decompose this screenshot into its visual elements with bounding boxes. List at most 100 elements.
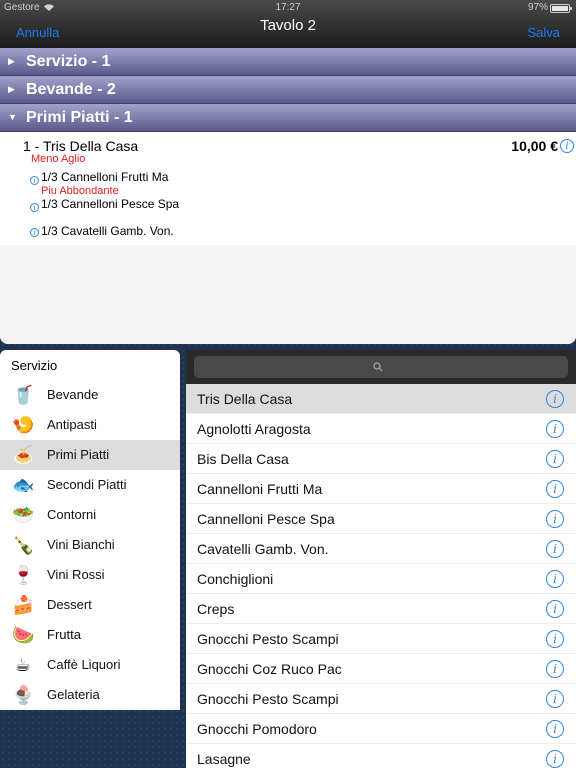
- product-label: Cannelloni Frutti Ma: [197, 481, 323, 497]
- info-icon[interactable]: i: [560, 139, 574, 153]
- category-item-antipasti[interactable]: 🍤 Antipasti: [0, 410, 180, 440]
- info-icon[interactable]: i: [546, 510, 564, 528]
- product-label: Gnocchi Pesto Scampi: [197, 631, 339, 647]
- category-label: Secondi Piatti: [47, 477, 127, 492]
- page-title: Tavolo 2: [260, 17, 316, 34]
- red-wine-icon: 🍷: [12, 565, 35, 585]
- white-wine-icon: 🍾: [12, 535, 35, 555]
- component-name: 1/3 Cavatelli Gamb. Von.: [41, 224, 174, 238]
- disclosure-down-icon: ▼: [8, 112, 17, 122]
- info-icon[interactable]: i: [30, 228, 39, 237]
- product-label: Gnocchi Coz Ruco Pac: [197, 661, 342, 677]
- info-icon[interactable]: i: [30, 176, 39, 185]
- product-label: Gnocchi Pesto Scampi: [197, 691, 339, 707]
- navigation-bar: Gestore 17:27 97% Annulla Tavolo 2 Salva: [0, 0, 576, 48]
- pasta-plate-icon: 🍝: [12, 445, 35, 465]
- order-item[interactable]: 1 - Tris Della Casa 10,00 € i Meno Aglio…: [0, 132, 576, 243]
- info-icon[interactable]: i: [546, 450, 564, 468]
- product-label: Agnolotti Aragosta: [197, 421, 311, 437]
- info-icon[interactable]: i: [546, 540, 564, 558]
- info-icon[interactable]: i: [546, 570, 564, 588]
- category-item-secondi-piatti[interactable]: 🐟 Secondi Piatti: [0, 470, 180, 500]
- info-icon[interactable]: i: [546, 420, 564, 438]
- component-name: 1/3 Cannelloni Pesce Spa: [41, 197, 180, 211]
- product-row[interactable]: Cannelloni Frutti Ma i: [186, 474, 576, 504]
- info-icon[interactable]: i: [546, 750, 564, 768]
- category-item-caff-liquori[interactable]: ☕ Caffè Liquori: [0, 650, 180, 680]
- section-primi-piatti[interactable]: ▼ Primi Piatti - 1: [0, 104, 576, 132]
- product-row[interactable]: Tris Della Casa i: [186, 384, 576, 414]
- category-header[interactable]: Servizio: [0, 350, 180, 380]
- category-item-frutta[interactable]: 🍉 Frutta: [0, 620, 180, 650]
- category-item-dessert[interactable]: 🍰 Dessert: [0, 590, 180, 620]
- section-bevande[interactable]: ▶ Bevande - 2: [0, 76, 576, 104]
- save-button[interactable]: Salva: [527, 25, 560, 40]
- fish-icon: 🐟: [12, 475, 35, 495]
- product-label: Conchiglioni: [197, 571, 274, 587]
- category-label: Frutta: [47, 627, 81, 642]
- info-icon[interactable]: i: [546, 720, 564, 738]
- section-label: Bevande - 2: [26, 81, 116, 98]
- component-note: Piu Abbondante: [41, 185, 119, 197]
- category-item-gelateria[interactable]: 🍨 Gelateria: [0, 680, 180, 710]
- category-list: Servizio 🥤 Bevande 🍤 Antipasti 🍝 Primi Piatti…: [0, 350, 180, 710]
- watermelon-icon: 🍉: [12, 625, 35, 645]
- category-label: Vini Rossi: [47, 567, 105, 582]
- product-row[interactable]: Cavatelli Gamb. Von. i: [186, 534, 576, 564]
- info-icon[interactable]: i: [546, 660, 564, 678]
- product-row[interactable]: Lasagne i: [186, 744, 576, 768]
- order-empty-area: [0, 245, 576, 344]
- order-item-price: 10,00 €: [511, 138, 558, 154]
- category-item-primi-piatti[interactable]: 🍝 Primi Piatti: [0, 440, 180, 470]
- category-label: Caffè Liquori: [47, 657, 121, 672]
- product-label: Cannelloni Pesce Spa: [197, 511, 335, 527]
- product-label: Lasagne: [197, 751, 251, 767]
- product-list: Tris Della Casa i Agnolotti Aragosta i Bis D…: [186, 350, 576, 768]
- clock-label: 17:27: [275, 2, 301, 13]
- product-row[interactable]: Gnocchi Pesto Scampi i: [186, 624, 576, 654]
- category-item-vini-rossi[interactable]: 🍷 Vini Rossi: [0, 560, 180, 590]
- appetizer-plate-icon: 🍤: [12, 415, 35, 435]
- product-label: Bis Della Casa: [197, 451, 289, 467]
- cake-slice-icon: 🍰: [12, 595, 35, 615]
- category-item-contorni[interactable]: 🥗 Contorni: [0, 500, 180, 530]
- info-icon[interactable]: i: [30, 203, 39, 212]
- info-icon[interactable]: i: [546, 600, 564, 618]
- product-row[interactable]: Gnocchi Pesto Scampi i: [186, 684, 576, 714]
- section-servizio[interactable]: ▶ Servizio - 1: [0, 48, 576, 76]
- info-icon[interactable]: i: [546, 690, 564, 708]
- category-label: Primi Piatti: [47, 447, 110, 462]
- info-icon[interactable]: i: [546, 480, 564, 498]
- battery-percent: 97%: [527, 2, 548, 13]
- product-label: Creps: [197, 601, 235, 617]
- search-icon: [373, 362, 383, 372]
- category-label: Gelateria: [47, 687, 100, 702]
- order-item-name: 1 - Tris Della Casa: [23, 138, 139, 154]
- product-row[interactable]: Conchiglioni i: [186, 564, 576, 594]
- category-item-bevande[interactable]: 🥤 Bevande: [0, 380, 180, 410]
- info-icon[interactable]: i: [546, 630, 564, 648]
- soda-can-icon: 🥤: [12, 385, 35, 405]
- product-row[interactable]: Agnolotti Aragosta i: [186, 414, 576, 444]
- category-label: Bevande: [47, 387, 99, 402]
- category-label: Antipasti: [47, 417, 97, 432]
- ice-cream-icon: 🍨: [12, 685, 35, 705]
- info-icon[interactable]: i: [546, 390, 564, 408]
- product-row[interactable]: Creps i: [186, 594, 576, 624]
- section-label: Servizio - 1: [26, 53, 111, 70]
- order-panel: ▶ Servizio - 1 ▶ Bevande - 2 ▼ Primi Pia…: [0, 48, 576, 344]
- product-label: Gnocchi Pomodoro: [197, 721, 317, 737]
- product-row[interactable]: Gnocchi Coz Ruco Pac i: [186, 654, 576, 684]
- order-item-note: Meno Aglio: [31, 153, 86, 165]
- product-row[interactable]: Cannelloni Pesce Spa i: [186, 504, 576, 534]
- category-item-vini-bianchi[interactable]: 🍾 Vini Bianchi: [0, 530, 180, 560]
- product-label: Tris Della Casa: [197, 391, 293, 407]
- category-label: Contorni: [47, 507, 97, 522]
- product-row[interactable]: Gnocchi Pomodoro i: [186, 714, 576, 744]
- coffee-cup-icon: ☕: [14, 655, 32, 675]
- product-row[interactable]: Bis Della Casa i: [186, 444, 576, 474]
- disclosure-right-icon: ▶: [8, 84, 15, 94]
- salad-icon: 🥗: [12, 505, 35, 525]
- disclosure-right-icon: ▶: [8, 56, 15, 66]
- product-label: Cavatelli Gamb. Von.: [197, 541, 329, 557]
